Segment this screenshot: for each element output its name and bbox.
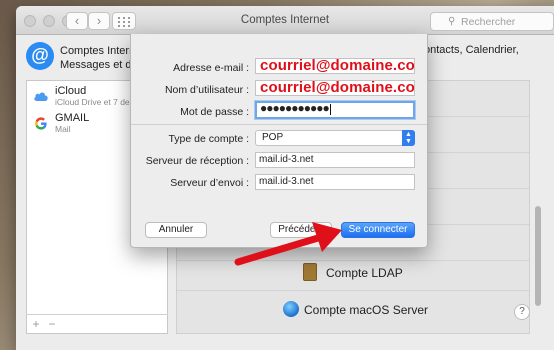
- title-bar: ‹ › Comptes Internet ⚲ Rechercher: [16, 6, 554, 35]
- pane-description-tail: ontacts, Calendrier,: [424, 44, 519, 56]
- ldap-icon: [303, 263, 317, 281]
- icloud-icon: [34, 92, 48, 101]
- at-sign-icon: @: [26, 42, 54, 70]
- username-label: Nom d’utilisateur :: [164, 84, 249, 96]
- password-field[interactable]: ●●●●●●●●●●●: [255, 101, 415, 119]
- search-field[interactable]: ⚲ Rechercher: [430, 12, 554, 31]
- separator: [131, 124, 427, 125]
- remove-account-button[interactable]: −: [45, 318, 59, 331]
- add-account-button[interactable]: +: [29, 318, 43, 331]
- previous-button[interactable]: Précédent: [270, 222, 332, 238]
- select-stepper-icon: ▲ ▼: [402, 130, 415, 146]
- text-caret: [329, 103, 331, 115]
- search-placeholder: Rechercher: [461, 16, 516, 28]
- provider-row-macos-server[interactable]: Compte macOS Server: [177, 291, 529, 327]
- incoming-server-field[interactable]: mail.id-3.net: [255, 152, 415, 168]
- provider-row-ldap[interactable]: Compte LDAP: [177, 255, 529, 291]
- pane-description: Comptes Internet Messages et d’au: [60, 44, 140, 72]
- account-setup-sheet: Adresse e-mail : courriel@domaine.com No…: [130, 34, 428, 248]
- email-field[interactable]: courriel@domaine.com: [255, 58, 415, 74]
- outgoing-server-label: Serveur d’envoi :: [170, 177, 249, 189]
- sidebar-footer: + −: [26, 314, 168, 334]
- pane-description-line-2: Messages et d’au: [60, 59, 140, 71]
- pane-description-line-1: Comptes Internet: [60, 45, 140, 57]
- ldap-label: Compte LDAP: [326, 266, 403, 280]
- cancel-button[interactable]: Annuler: [145, 222, 207, 238]
- incoming-server-label: Serveur de réception :: [145, 155, 249, 167]
- macos-server-label: Compte macOS Server: [304, 303, 429, 317]
- help-button[interactable]: ?: [514, 304, 530, 320]
- password-label: Mot de passe :: [180, 106, 249, 118]
- account-type-value: POP: [262, 132, 284, 143]
- account-type-label: Type de compte :: [168, 133, 249, 145]
- account-name: iCloud: [55, 85, 87, 97]
- outgoing-server-field[interactable]: mail.id-3.net: [255, 174, 415, 190]
- password-value: ●●●●●●●●●●●: [260, 101, 330, 115]
- connect-button[interactable]: Se connecter: [341, 222, 415, 238]
- google-icon: [35, 117, 47, 130]
- search-icon: ⚲: [448, 16, 456, 27]
- email-label: Adresse e-mail :: [173, 62, 249, 74]
- account-detail: Mail: [55, 124, 71, 134]
- account-type-select[interactable]: POP ▲ ▼: [255, 130, 415, 146]
- scrollbar[interactable]: [535, 206, 541, 306]
- account-name: GMAIL: [55, 112, 90, 124]
- username-field[interactable]: courriel@domaine.com: [255, 80, 415, 96]
- macos-server-icon: [283, 301, 299, 317]
- account-detail: iCloud Drive et 7 de p: [55, 97, 137, 107]
